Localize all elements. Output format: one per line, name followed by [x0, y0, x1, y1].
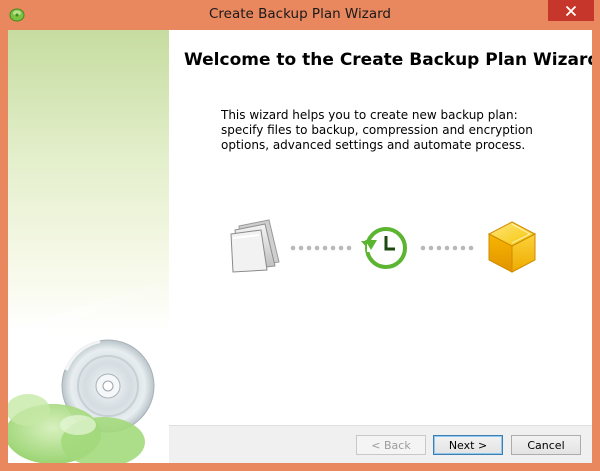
window-title: Create Backup Plan Wizard — [209, 6, 391, 22]
wizard-window: Create Backup Plan Wizard Welcome to the… — [0, 0, 600, 471]
close-button[interactable] — [548, 0, 594, 21]
wizard-button-bar: < Back Next > Cancel — [169, 425, 592, 463]
window-bottom-border — [0, 463, 600, 471]
files-icon — [230, 219, 280, 273]
back-button[interactable]: < Back — [356, 435, 426, 455]
disc-icon — [8, 280, 169, 463]
page-description: This wizard helps you to create new back… — [221, 108, 533, 152]
next-button[interactable]: Next > — [433, 435, 503, 455]
flow-dots-left — [290, 245, 352, 251]
clock-sync-icon — [361, 227, 407, 269]
storage-cube-icon — [487, 221, 537, 273]
backup-flow-illustration — [230, 219, 537, 273]
close-icon — [565, 5, 577, 16]
page-title: Welcome to the Create Backup Plan Wizard — [184, 50, 592, 70]
flow-dots-right — [420, 245, 474, 251]
wizard-sidebar — [8, 30, 169, 463]
title-bar[interactable]: Create Backup Plan Wizard — [0, 0, 600, 30]
cancel-button[interactable]: Cancel — [511, 435, 581, 455]
wizard-client-area: Welcome to the Create Backup Plan Wizard… — [8, 30, 592, 463]
wizard-content: Welcome to the Create Backup Plan Wizard… — [169, 30, 592, 425]
